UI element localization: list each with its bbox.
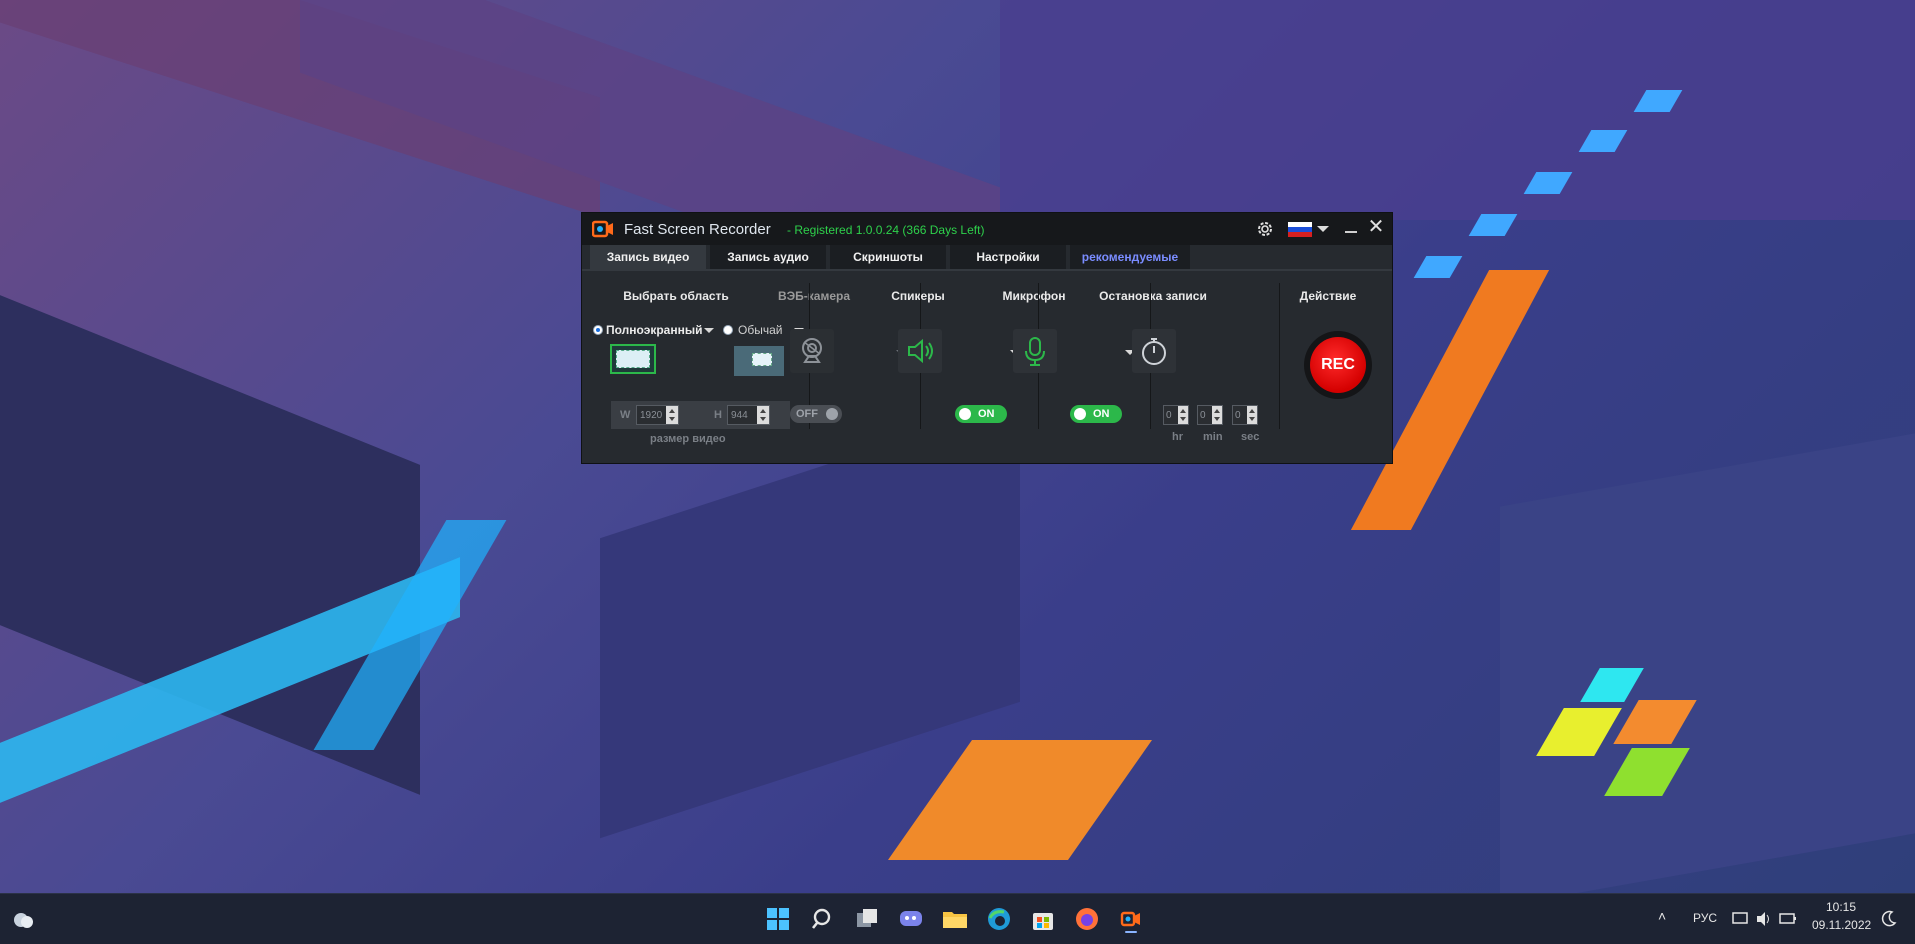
webcam-header: ВЭБ-камера <box>777 289 851 303</box>
hours-spinner-arrows[interactable] <box>1178 406 1188 424</box>
title-bar[interactable]: Fast Screen Recorder - Registered 1.0.0.… <box>582 213 1392 245</box>
height-label: H <box>714 409 722 421</box>
microphone-toggle[interactable]: ON <box>1070 405 1122 423</box>
file-explorer-icon[interactable] <box>940 904 970 934</box>
tab-recommended[interactable]: рекомендуемые <box>1070 245 1190 269</box>
timer-button[interactable] <box>1132 329 1176 373</box>
minimize-button[interactable] <box>1342 220 1360 238</box>
network-icon[interactable] <box>1732 904 1750 934</box>
seconds-spinner[interactable]: 0 <box>1232 405 1258 425</box>
language-indicator[interactable]: РУС <box>1693 911 1717 925</box>
close-button[interactable]: ✕ <box>1367 217 1385 239</box>
fast-screen-recorder-icon[interactable] <box>1116 904 1146 934</box>
divider <box>1279 283 1280 429</box>
height-value: 944 <box>731 410 748 421</box>
normal-label[interactable]: Обычай <box>738 323 782 337</box>
window-mode-icon[interactable] <box>734 346 784 376</box>
tab-settings[interactable]: Настройки <box>950 245 1066 269</box>
height-spinner[interactable]: 944 <box>727 405 770 425</box>
minutes-value: 0 <box>1200 410 1206 421</box>
language-dropdown-arrow[interactable] <box>1317 226 1329 232</box>
microphone-button[interactable] <box>1013 329 1057 373</box>
webcam-icon <box>802 338 822 363</box>
taskbar: ˄ РУС 10:15 09.11.2022 <box>0 893 1915 944</box>
registration-status: - Registered 1.0.0.24 (366 Days Left) <box>787 223 985 237</box>
area-header: Выбрать область <box>623 289 729 303</box>
clock-date[interactable]: 09.11.2022 <box>1812 918 1871 932</box>
video-size-box: W 1920 H 944 <box>611 401 790 429</box>
tab-video-recording[interactable]: Запись видео <box>590 245 706 269</box>
tab-audio-recording[interactable]: Запись аудио <box>710 245 826 269</box>
fullscreen-label[interactable]: Полноэкранный <box>606 323 702 337</box>
toggle-knob <box>959 408 971 420</box>
chat-icon[interactable] <box>896 904 926 934</box>
speakers-toggle-text: ON <box>978 408 995 420</box>
firefox-icon[interactable] <box>1072 904 1102 934</box>
width-spinner-arrows[interactable] <box>666 406 678 424</box>
stop-recording-header: Остановка записи <box>1099 289 1207 303</box>
webcam-toggle[interactable]: OFF <box>790 405 842 423</box>
speakers-button[interactable] <box>898 329 942 373</box>
clock-time[interactable]: 10:15 <box>1826 900 1856 914</box>
task-view-icon[interactable] <box>852 904 882 934</box>
toggle-knob <box>826 408 838 420</box>
chevron-up-icon[interactable]: ˄ <box>1658 908 1678 928</box>
rec-label: REC <box>1321 356 1355 373</box>
rec-button[interactable]: REC <box>1304 331 1372 399</box>
app-title: Fast Screen Recorder <box>624 221 771 238</box>
volume-icon[interactable] <box>1755 904 1773 934</box>
seconds-spinner-arrows[interactable] <box>1247 406 1257 424</box>
hours-value: 0 <box>1166 410 1172 421</box>
gear-icon[interactable] <box>1255 219 1275 239</box>
speakers-toggle[interactable]: ON <box>955 405 1007 423</box>
stopwatch-icon <box>1142 338 1166 365</box>
start-icon[interactable] <box>763 904 793 934</box>
hours-label: hr <box>1172 431 1183 443</box>
seconds-label: sec <box>1241 431 1260 443</box>
edge-icon[interactable] <box>984 904 1014 934</box>
microphone-toggle-text: ON <box>1093 408 1110 420</box>
microphone-icon <box>1025 337 1045 366</box>
width-label: W <box>620 409 631 421</box>
tab-underline <box>582 269 1392 271</box>
store-icon[interactable] <box>1028 904 1058 934</box>
app-logo-icon <box>592 220 613 238</box>
main-tabs: Запись видео Запись аудио Скриншоты Наст… <box>590 245 1194 269</box>
toggle-knob <box>1074 408 1086 420</box>
fast-screen-recorder-window: Fast Screen Recorder - Registered 1.0.0.… <box>581 212 1393 464</box>
webcam-button[interactable] <box>790 329 834 373</box>
width-value: 1920 <box>640 410 663 421</box>
width-spinner[interactable]: 1920 <box>636 405 679 425</box>
microphone-header: Микрофон <box>1002 289 1066 303</box>
video-size-caption: размер видео <box>650 433 726 445</box>
notification-icon[interactable] <box>1880 904 1900 934</box>
hours-spinner[interactable]: 0 <box>1163 405 1189 425</box>
normal-radio[interactable] <box>723 325 733 335</box>
search-icon[interactable] <box>808 904 838 934</box>
fullscreen-dropdown-arrow[interactable] <box>704 328 714 333</box>
webcam-toggle-text: OFF <box>796 408 818 420</box>
seconds-value: 0 <box>1235 410 1241 421</box>
weather-widget-icon[interactable] <box>10 904 36 934</box>
action-header: Действие <box>1299 289 1357 303</box>
minutes-spinner-arrows[interactable] <box>1212 406 1222 424</box>
fullscreen-mode-icon[interactable] <box>610 344 656 374</box>
speaker-icon <box>908 338 933 364</box>
height-spinner-arrows[interactable] <box>757 406 769 424</box>
speakers-header: Спикеры <box>891 289 945 303</box>
battery-icon[interactable] <box>1778 904 1798 934</box>
fullscreen-radio[interactable] <box>593 325 603 335</box>
minutes-label: min <box>1203 431 1223 443</box>
flag-russia-icon[interactable] <box>1288 222 1312 237</box>
tab-screenshots[interactable]: Скриншоты <box>830 245 946 269</box>
minutes-spinner[interactable]: 0 <box>1197 405 1223 425</box>
